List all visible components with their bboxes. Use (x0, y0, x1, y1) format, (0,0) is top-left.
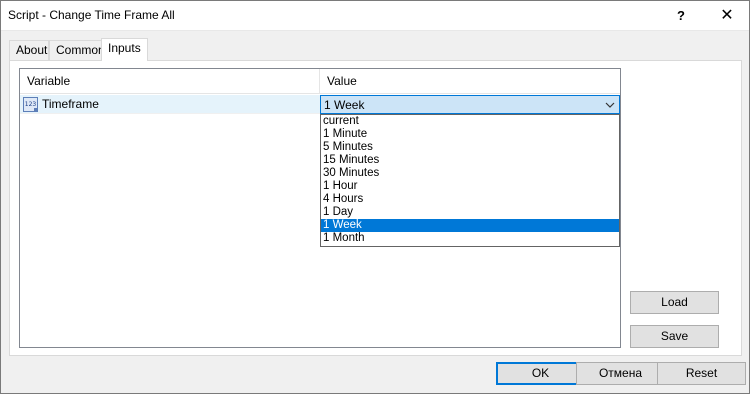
tab-common[interactable]: Common (49, 40, 105, 60)
tab-about[interactable]: About (9, 40, 49, 60)
number-variable-icon: 123 (23, 97, 38, 112)
cancel-button[interactable]: Отмена (576, 362, 665, 385)
dropdown-option-current[interactable]: current (321, 115, 619, 128)
table-row[interactable]: 123 Timeframe 1 Week (20, 95, 620, 114)
reset-button[interactable]: Reset (657, 362, 746, 385)
dropdown-option-30-minutes[interactable]: 30 Minutes (321, 167, 619, 180)
load-button[interactable]: Load (630, 291, 719, 314)
variable-name: Timeframe (42, 97, 99, 111)
ok-button[interactable]: OK (496, 362, 585, 385)
dropdown-option-1-minute[interactable]: 1 Minute (321, 128, 619, 141)
dropdown-option-1-day[interactable]: 1 Day (321, 206, 619, 219)
timeframe-value-combo[interactable]: 1 Week (320, 95, 620, 114)
help-button[interactable]: ? (658, 0, 704, 30)
column-header-variable[interactable]: Variable (20, 69, 320, 94)
dropdown-option-1-month[interactable]: 1 Month (321, 232, 619, 245)
chevron-down-icon[interactable] (605, 100, 615, 110)
timeframe-dropdown-list[interactable]: current 1 Minute 5 Minutes 15 Minutes 30… (320, 114, 620, 247)
dropdown-option-15-minutes[interactable]: 15 Minutes (321, 154, 619, 167)
dropdown-option-1-week[interactable]: 1 Week (321, 219, 619, 232)
save-button[interactable]: Save (630, 325, 719, 348)
grid-header: Variable Value (20, 69, 620, 94)
combo-selected-value: 1 Week (324, 98, 365, 112)
dropdown-option-5-minutes[interactable]: 5 Minutes (321, 141, 619, 154)
title-bar: Script - Change Time Frame All ? ✕ (0, 0, 750, 31)
close-button[interactable]: ✕ (704, 0, 750, 30)
dropdown-option-1-hour[interactable]: 1 Hour (321, 180, 619, 193)
tab-inputs[interactable]: Inputs (101, 38, 148, 61)
column-header-value[interactable]: Value (320, 69, 620, 94)
dropdown-option-4-hours[interactable]: 4 Hours (321, 193, 619, 206)
window-title: Script - Change Time Frame All (8, 8, 175, 22)
